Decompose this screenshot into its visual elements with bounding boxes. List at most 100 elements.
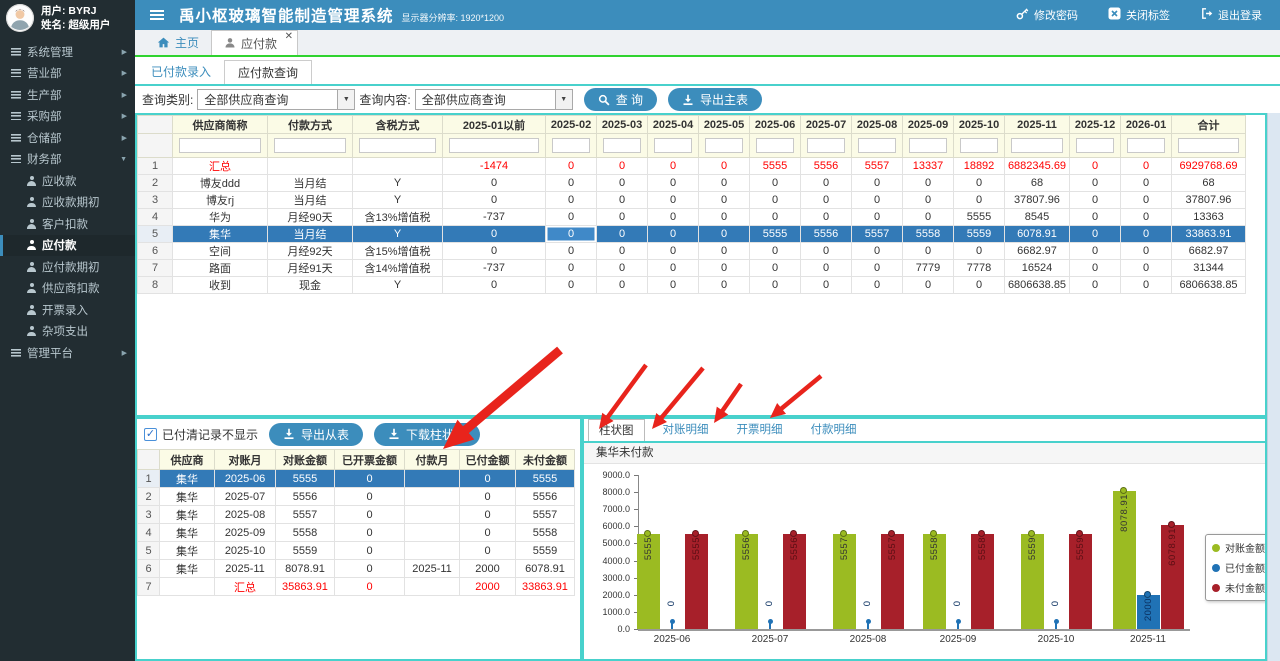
- vertical-scrollbar[interactable]: [1267, 113, 1280, 661]
- row-number-cell[interactable]: 2: [138, 488, 160, 506]
- table-row[interactable]: 1汇总-147400005555555655571333718892688234…: [138, 158, 1246, 175]
- table-cell[interactable]: 13337: [903, 158, 954, 175]
- table-cell[interactable]: 6682.97: [1172, 243, 1246, 260]
- table-cell[interactable]: 当月结: [268, 226, 353, 243]
- table-row[interactable]: 6空间月经92天含15%增值税00000000006682.97006682.9…: [138, 243, 1246, 260]
- chart-tab-invoice-detail[interactable]: 开票明细: [727, 419, 793, 441]
- filter-input[interactable]: [807, 138, 845, 153]
- table-cell[interactable]: 0: [699, 277, 750, 294]
- row-number-cell[interactable]: 1: [138, 158, 173, 175]
- table-cell[interactable]: 集华: [160, 470, 215, 488]
- table-cell[interactable]: 0: [648, 209, 699, 226]
- table-cell[interactable]: 0: [546, 158, 597, 175]
- table-cell[interactable]: 5556: [801, 226, 852, 243]
- table-cell[interactable]: 0: [1121, 192, 1172, 209]
- table-cell[interactable]: 5555: [750, 158, 801, 175]
- table-cell[interactable]: 5557: [276, 506, 335, 524]
- table-cell[interactable]: 2000: [460, 560, 516, 578]
- export-main-table-button[interactable]: 导出主表: [668, 88, 762, 111]
- table-cell[interactable]: 0: [1121, 175, 1172, 192]
- chart-tab-reconcile-detail[interactable]: 对账明细: [653, 419, 719, 441]
- row-number-cell[interactable]: 6: [138, 560, 160, 578]
- table-cell[interactable]: 0: [903, 243, 954, 260]
- table-cell[interactable]: 0: [335, 542, 405, 560]
- table-cell[interactable]: 0: [1070, 209, 1121, 226]
- table-cell[interactable]: 0: [648, 277, 699, 294]
- table-cell[interactable]: 月经92天: [268, 243, 353, 260]
- table-cell[interactable]: 0: [750, 243, 801, 260]
- table-cell[interactable]: 0: [335, 470, 405, 488]
- row-number-cell[interactable]: 5: [138, 226, 173, 243]
- table-cell[interactable]: 含14%增值税: [353, 260, 443, 277]
- table-cell[interactable]: 现金: [268, 277, 353, 294]
- table-cell[interactable]: 0: [1070, 226, 1121, 243]
- table-cell[interactable]: 博友ddd: [173, 175, 268, 192]
- table-cell[interactable]: 0: [460, 506, 516, 524]
- row-number-cell[interactable]: 2: [138, 175, 173, 192]
- table-cell[interactable]: 68: [1005, 175, 1070, 192]
- sidebar-item-admin-platform[interactable]: 管理平台▶: [0, 342, 135, 364]
- table-cell[interactable]: 2000: [460, 578, 516, 596]
- table-cell[interactable]: 5555: [954, 209, 1005, 226]
- table-cell[interactable]: 0: [699, 192, 750, 209]
- table-cell[interactable]: 0: [699, 158, 750, 175]
- table-cell[interactable]: 0: [699, 243, 750, 260]
- table-cell[interactable]: 0: [801, 260, 852, 277]
- filter-input[interactable]: [1076, 138, 1114, 153]
- table-cell[interactable]: 2025-10: [215, 542, 276, 560]
- table-row[interactable]: 7汇总35863.910200033863.91: [138, 578, 575, 596]
- row-number-cell[interactable]: 7: [138, 578, 160, 596]
- table-cell[interactable]: 0: [597, 158, 648, 175]
- table-cell[interactable]: 6682.97: [1005, 243, 1070, 260]
- table-cell[interactable]: 0: [597, 209, 648, 226]
- row-number-cell[interactable]: 3: [138, 192, 173, 209]
- filter-input[interactable]: [960, 138, 998, 153]
- table-cell[interactable]: 集华: [160, 506, 215, 524]
- search-button[interactable]: 查 询: [584, 88, 657, 111]
- row-number-cell[interactable]: 8: [138, 277, 173, 294]
- table-cell[interactable]: 2025-11: [405, 560, 460, 578]
- table-cell[interactable]: [405, 488, 460, 506]
- sidebar-item-sales-dept[interactable]: 营业部▶: [0, 63, 135, 85]
- table-cell[interactable]: 集华: [173, 226, 268, 243]
- table-cell[interactable]: 0: [460, 470, 516, 488]
- table-cell[interactable]: [405, 578, 460, 596]
- table-cell[interactable]: 68: [1172, 175, 1246, 192]
- table-cell[interactable]: 0: [1121, 158, 1172, 175]
- table-cell[interactable]: Y: [353, 175, 443, 192]
- table-cell[interactable]: 0: [750, 175, 801, 192]
- table-cell[interactable]: 0: [1070, 277, 1121, 294]
- sidebar-item-customer-deduction[interactable]: 客户扣款: [0, 213, 135, 235]
- menu-toggle-icon[interactable]: [150, 10, 164, 20]
- row-number-cell[interactable]: 5: [138, 542, 160, 560]
- table-cell[interactable]: 5559: [516, 542, 575, 560]
- table-cell[interactable]: 2025-06: [215, 470, 276, 488]
- filter-input[interactable]: [909, 138, 947, 153]
- table-cell[interactable]: 0: [852, 192, 903, 209]
- sidebar-item-supplier-deduction[interactable]: 供应商扣款: [0, 278, 135, 300]
- sidebar-item-payables[interactable]: 应付款: [0, 235, 135, 257]
- table-cell[interactable]: 收到: [173, 277, 268, 294]
- table-cell[interactable]: 5555: [750, 226, 801, 243]
- table-cell[interactable]: 0: [1121, 226, 1172, 243]
- sidebar-item-system-mgmt[interactable]: 系统管理▶: [0, 41, 135, 63]
- table-cell[interactable]: 0: [750, 260, 801, 277]
- chart-tab-bar-chart[interactable]: 柱状图: [588, 419, 645, 441]
- change-password-action[interactable]: 修改密码: [1016, 7, 1078, 23]
- table-cell[interactable]: 路面: [173, 260, 268, 277]
- table-cell[interactable]: 月经90天: [268, 209, 353, 226]
- table-cell[interactable]: 当月结: [268, 175, 353, 192]
- logout-action[interactable]: 退出登录: [1200, 7, 1262, 23]
- table-cell[interactable]: 6806638.85: [1005, 277, 1070, 294]
- sidebar-item-warehouse-dept[interactable]: 仓储部▶: [0, 127, 135, 149]
- table-cell[interactable]: 0: [699, 226, 750, 243]
- table-row[interactable]: 5集华当月结Y00000555555565557555855596078.910…: [138, 226, 1246, 243]
- table-cell[interactable]: 0: [546, 260, 597, 277]
- table-cell[interactable]: 0: [1121, 209, 1172, 226]
- table-cell[interactable]: 0: [954, 192, 1005, 209]
- filter-input[interactable]: [756, 138, 794, 153]
- table-cell[interactable]: Y: [353, 277, 443, 294]
- row-number-cell[interactable]: 1: [138, 470, 160, 488]
- table-row[interactable]: 7路面月经91天含14%增值税-737000000077797778165240…: [138, 260, 1246, 277]
- table-cell[interactable]: 5556: [801, 158, 852, 175]
